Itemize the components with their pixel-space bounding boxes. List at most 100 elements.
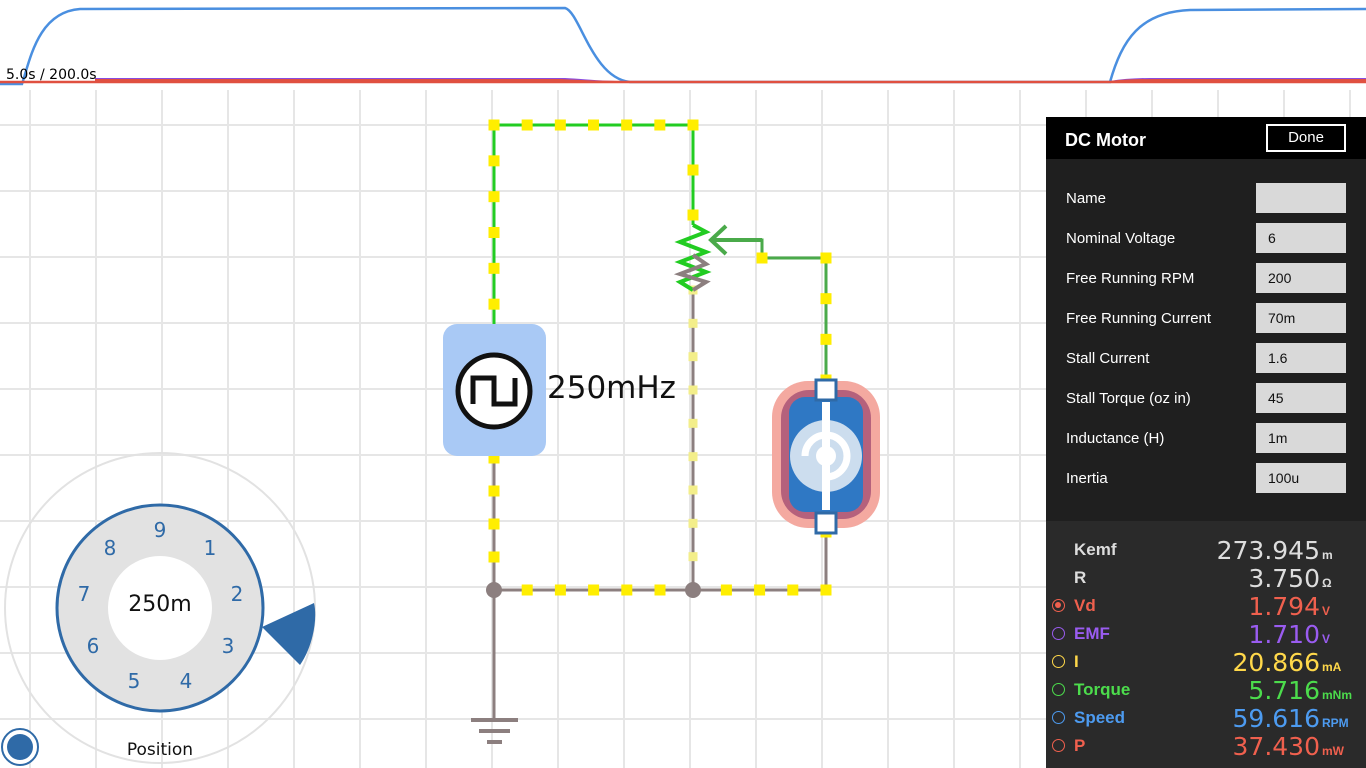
junction-node-left[interactable] — [486, 582, 502, 598]
readout-unit: mA — [1322, 660, 1342, 674]
readout-row-r: R 3.750 Ω — [1046, 564, 1366, 593]
current-dot — [488, 298, 500, 310]
current-dot — [588, 584, 600, 596]
property-label: Nominal Voltage — [1066, 230, 1176, 247]
readout-value: 273.945 — [1216, 536, 1320, 565]
dial-number-6[interactable]: 6 — [81, 634, 105, 658]
dial-number-5[interactable]: 5 — [122, 669, 146, 693]
current-dot — [820, 584, 832, 596]
readout-value: 59.616 — [1232, 704, 1320, 733]
readout-value: 3.750 — [1248, 564, 1320, 593]
current-dot — [488, 262, 500, 274]
property-label: Stall Torque (oz in) — [1066, 390, 1191, 407]
current-dot — [688, 385, 698, 395]
inductance-input[interactable] — [1256, 423, 1346, 453]
current-dot — [820, 252, 832, 264]
current-dot — [687, 164, 699, 176]
readout-value: 1.794 — [1248, 592, 1320, 621]
dial-number-7[interactable]: 7 — [72, 582, 96, 606]
current-dot — [688, 318, 698, 328]
current-dot — [756, 252, 768, 264]
property-label: Free Running Current — [1066, 310, 1212, 327]
property-row-free-running-rpm: Free Running RPM — [1046, 258, 1366, 298]
wire-bottom-rail[interactable] — [494, 532, 828, 592]
property-label: Inertia — [1066, 470, 1108, 487]
readout-unit: mNm — [1322, 688, 1353, 702]
dial-number-2[interactable]: 2 — [225, 582, 249, 606]
current-dot — [488, 551, 500, 563]
stall-torque-input[interactable] — [1256, 383, 1346, 413]
readout-unit: Ω — [1322, 576, 1332, 590]
properties-title: DC Motor — [1065, 130, 1146, 150]
current-dot — [554, 119, 566, 131]
current-dot — [488, 191, 500, 203]
plot-toggle-radio-p[interactable] — [1052, 739, 1065, 752]
property-row-name: Name — [1046, 178, 1366, 218]
free-running-current-input[interactable] — [1256, 303, 1346, 333]
current-dot — [488, 518, 500, 530]
dial-number-9[interactable]: 9 — [148, 518, 172, 542]
readout-unit: m — [1322, 548, 1333, 562]
current-dot — [687, 209, 699, 221]
readout-label: P — [1074, 736, 1086, 755]
dial-number-1[interactable]: 1 — [198, 536, 222, 560]
readout-row-vd: Vd 1.794 V — [1046, 592, 1366, 621]
free-running-rpm-input[interactable] — [1256, 263, 1346, 293]
inertia-input[interactable] — [1256, 463, 1346, 493]
readout-label: Speed — [1074, 708, 1126, 727]
current-dot — [488, 227, 500, 238]
junction-node-mid[interactable] — [685, 582, 701, 598]
property-row-inertia: Inertia — [1046, 458, 1366, 498]
properties-panel: DC Motor Done Name Nominal Voltage Free … — [1046, 117, 1366, 768]
readout-label: EMF — [1074, 624, 1110, 643]
plot-toggle-radio-vd[interactable] — [1052, 599, 1065, 612]
current-dot — [488, 485, 500, 497]
plot-toggle-radio-emf[interactable] — [1052, 627, 1065, 640]
nominal-voltage-input[interactable] — [1256, 223, 1346, 253]
current-dot — [688, 452, 698, 462]
position-toggle-button[interactable] — [1, 728, 39, 766]
readout-value: 20.866 — [1232, 648, 1320, 677]
current-dot — [820, 293, 832, 305]
wire-top-loop[interactable] — [492, 123, 695, 340]
current-dot — [521, 584, 533, 596]
current-dot — [654, 584, 666, 596]
readout-unit: mW — [1322, 744, 1344, 758]
current-dot — [554, 584, 566, 596]
wire-wiper-to-motor[interactable] — [718, 238, 828, 380]
property-row-inductance: Inductance (H) — [1046, 418, 1366, 458]
current-dot — [688, 418, 698, 428]
readout-label: Kemf — [1074, 540, 1117, 559]
readout-label: Vd — [1074, 596, 1096, 615]
current-dot — [820, 333, 832, 345]
plot-toggle-radio-torque[interactable] — [1052, 683, 1065, 696]
readout-value: 5.716 — [1248, 676, 1320, 705]
dial-number-3[interactable]: 3 — [216, 634, 240, 658]
done-button[interactable]: Done — [1266, 124, 1346, 152]
ground-symbol[interactable] — [471, 718, 518, 744]
property-label: Name — [1066, 190, 1107, 207]
readout-unit: V — [1322, 604, 1331, 618]
property-row-free-running-current: Free Running Current — [1046, 298, 1366, 338]
dial-number-4[interactable]: 4 — [174, 669, 198, 693]
current-dot — [688, 518, 698, 528]
readout-label: R — [1074, 568, 1087, 587]
readout-value: 1.710 — [1248, 620, 1320, 649]
readout-row-torque: Torque 5.716 mNm — [1046, 676, 1366, 705]
plot-toggle-radio-speed[interactable] — [1052, 711, 1065, 724]
stall-current-input[interactable] — [1256, 343, 1346, 373]
current-dot — [720, 584, 732, 596]
current-dot — [787, 584, 799, 596]
properties-list: Name Nominal Voltage Free Running RPM Fr… — [1046, 159, 1366, 521]
readout-row-kemf: Kemf 273.945 m — [1046, 536, 1366, 565]
square-wave-source[interactable] — [443, 324, 546, 456]
property-label: Inductance (H) — [1066, 430, 1165, 447]
readout-row-i: I 20.866 mA — [1046, 648, 1366, 677]
current-dot — [488, 155, 500, 167]
dc-motor[interactable] — [772, 378, 880, 535]
property-row-stall-torque: Stall Torque (oz in) — [1046, 378, 1366, 418]
source-frequency-label: 250mHz — [547, 370, 676, 406]
dial-number-8[interactable]: 8 — [98, 536, 122, 560]
name-input[interactable] — [1256, 183, 1346, 213]
plot-toggle-radio-i[interactable] — [1052, 655, 1065, 668]
